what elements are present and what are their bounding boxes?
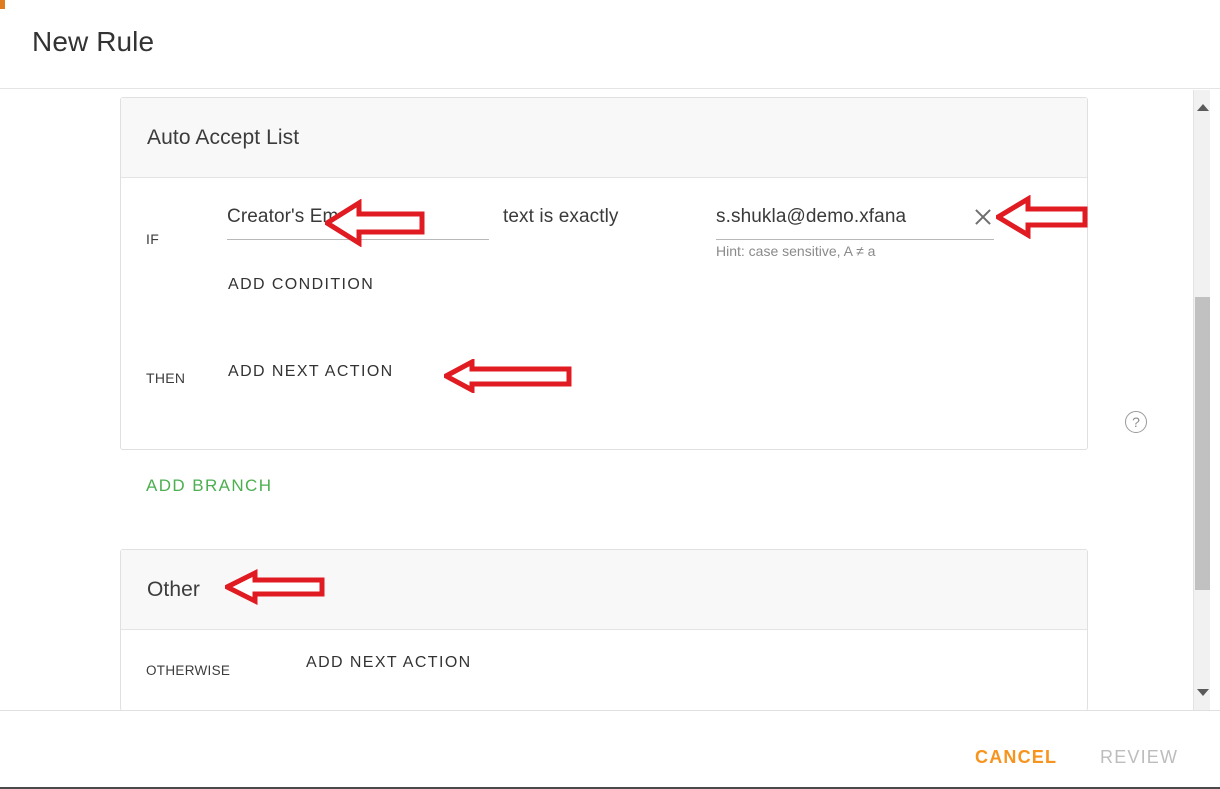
if-label: IF bbox=[146, 231, 160, 247]
branch-header-other[interactable]: Other bbox=[121, 550, 1087, 630]
scroll-up-arrow-icon[interactable] bbox=[1197, 104, 1209, 111]
condition-value-field[interactable]: s.shukla@demo.xfana bbox=[716, 206, 994, 240]
scroll-down-arrow-icon[interactable] bbox=[1197, 689, 1209, 696]
scrollbar-thumb[interactable] bbox=[1195, 297, 1210, 590]
dialog-footer: CANCEL REVIEW bbox=[0, 711, 1220, 789]
condition-attribute-value: Creator's Email bbox=[227, 206, 358, 227]
condition-hint: Hint: case sensitive, A ≠ a bbox=[716, 243, 876, 259]
branch-header[interactable]: Auto Accept List bbox=[121, 98, 1087, 178]
condition-value-text: s.shukla@demo.xfana bbox=[716, 206, 907, 227]
branch-card-other: Other OTHERWISE ADD NEXT ACTION bbox=[120, 549, 1088, 710]
add-next-action-button-branch1[interactable]: ADD NEXT ACTION bbox=[228, 363, 394, 381]
condition-operator-field[interactable]: text is exactly bbox=[503, 206, 703, 240]
close-icon[interactable] bbox=[972, 206, 994, 228]
review-button[interactable]: REVIEW bbox=[1100, 747, 1178, 768]
corner-accent bbox=[0, 0, 5, 9]
help-icon[interactable]: ? bbox=[1125, 411, 1147, 433]
branch-body: IF Creator's Email text is exactly s.shu… bbox=[121, 178, 1087, 386]
branch-card-auto-accept-list: Auto Accept List IF Creator's Email text… bbox=[120, 97, 1088, 450]
add-next-action-button-branch2[interactable]: ADD NEXT ACTION bbox=[306, 654, 472, 672]
new-rule-dialog: New Rule Auto Accept List IF Creator's E… bbox=[0, 0, 1220, 789]
page-title: New Rule bbox=[32, 26, 155, 57]
condition-row: IF Creator's Email text is exactly s.shu… bbox=[121, 178, 1087, 278]
cancel-button[interactable]: CANCEL bbox=[975, 747, 1057, 768]
rule-scroll-body: Auto Accept List IF Creator's Email text… bbox=[0, 89, 1220, 710]
otherwise-label: OTHERWISE bbox=[146, 663, 231, 678]
then-label: THEN bbox=[146, 370, 186, 386]
condition-operator-value: text is exactly bbox=[503, 206, 619, 227]
branch-name-label: Auto Accept List bbox=[147, 125, 300, 149]
add-branch-button[interactable]: ADD BRANCH bbox=[146, 476, 272, 496]
condition-attribute-field[interactable]: Creator's Email bbox=[227, 206, 489, 240]
vertical-scrollbar[interactable] bbox=[1193, 90, 1210, 710]
add-condition-button[interactable]: ADD CONDITION bbox=[228, 276, 374, 294]
branch-name-label-other: Other bbox=[147, 577, 201, 601]
